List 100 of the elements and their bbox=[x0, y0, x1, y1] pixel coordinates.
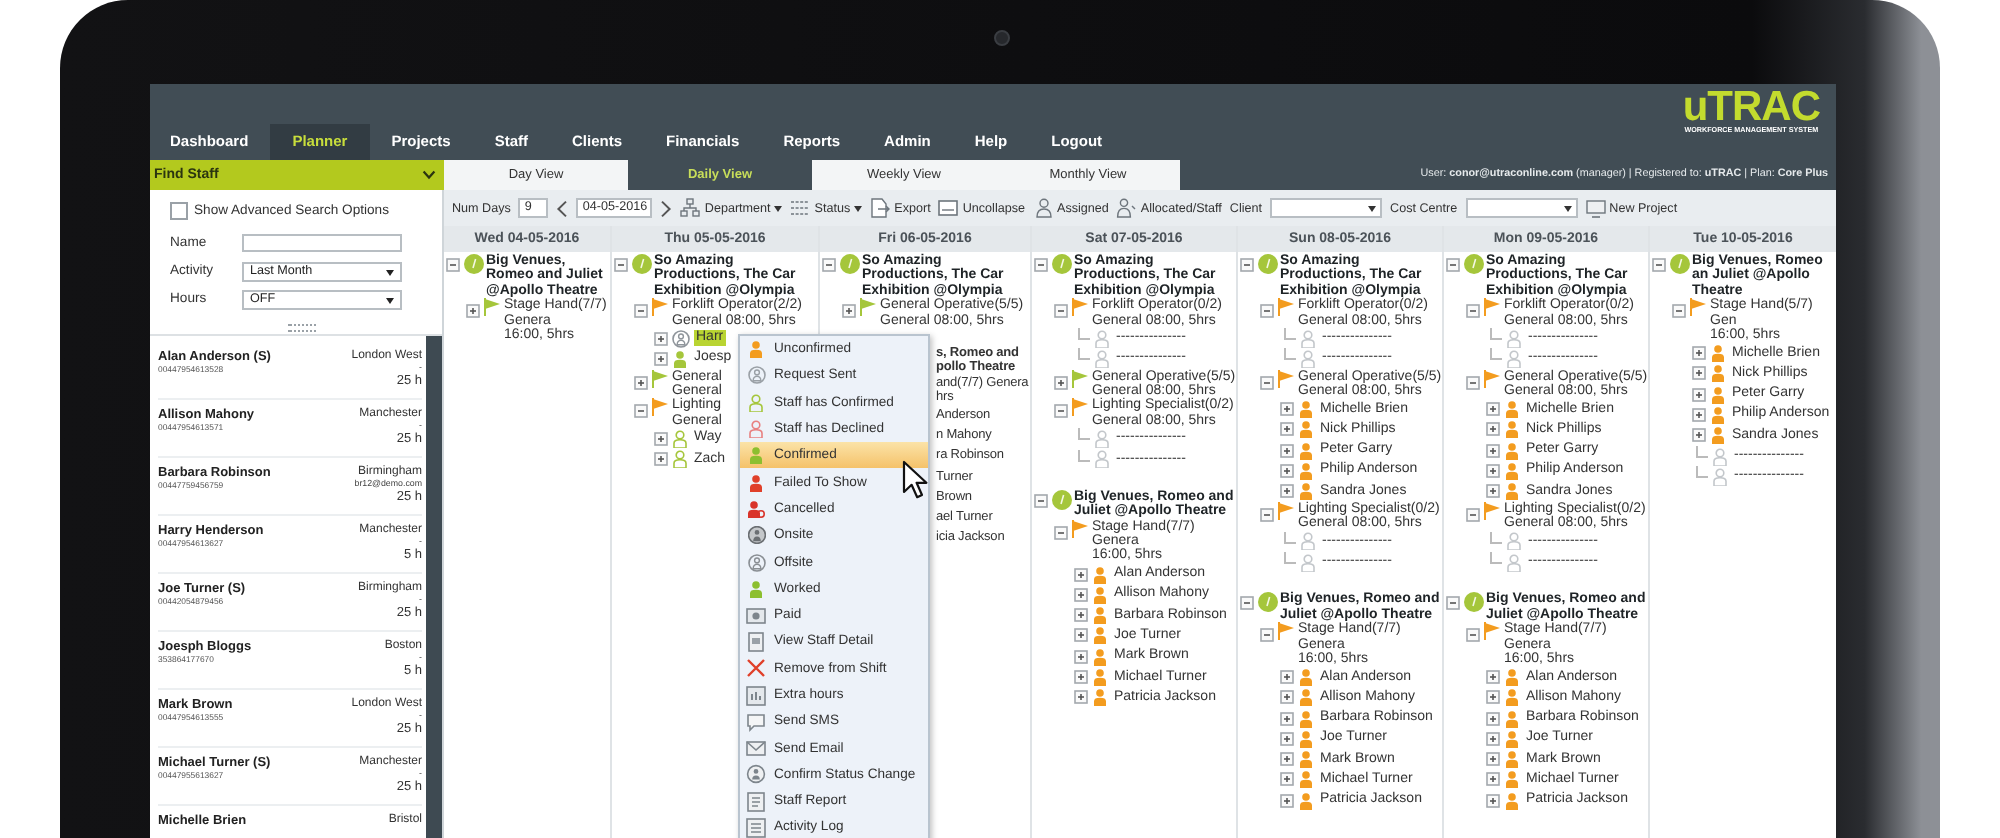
collapse-icon[interactable] bbox=[1466, 507, 1480, 522]
camera-dot bbox=[994, 30, 1010, 46]
expand-icon[interactable] bbox=[1074, 608, 1088, 623]
collapse-icon[interactable] bbox=[1672, 304, 1686, 319]
speech-bubble-icon bbox=[746, 711, 766, 732]
square-icon bbox=[938, 198, 959, 218]
collapse-icon[interactable] bbox=[822, 258, 836, 272]
expand-icon[interactable] bbox=[654, 331, 668, 346]
expand-icon[interactable] bbox=[1486, 670, 1500, 684]
expand-icon[interactable] bbox=[466, 304, 480, 319]
collapse-icon[interactable] bbox=[1054, 304, 1068, 319]
expand-icon[interactable] bbox=[654, 452, 668, 467]
expand-icon[interactable] bbox=[1486, 422, 1500, 437]
collapse-icon[interactable] bbox=[1446, 258, 1460, 272]
collapse-icon[interactable] bbox=[1054, 525, 1068, 540]
collapse-icon[interactable] bbox=[614, 258, 628, 272]
expand-icon[interactable] bbox=[1486, 731, 1500, 746]
expand-icon[interactable] bbox=[1280, 443, 1294, 458]
expand-icon[interactable] bbox=[1280, 752, 1294, 767]
chevron-down-icon[interactable] bbox=[422, 170, 436, 180]
expand-icon[interactable] bbox=[1280, 711, 1294, 726]
checkbox[interactable] bbox=[170, 202, 188, 220]
caret-icon bbox=[386, 269, 394, 275]
caret-icon bbox=[386, 297, 394, 303]
caret-icon bbox=[1368, 206, 1377, 212]
expand-icon[interactable] bbox=[1486, 690, 1500, 705]
expand-icon[interactable] bbox=[1692, 366, 1706, 381]
scrollbar[interactable] bbox=[426, 336, 442, 838]
collapse-icon[interactable] bbox=[1034, 493, 1048, 508]
collapse-icon[interactable] bbox=[446, 258, 460, 272]
expand-icon[interactable] bbox=[1486, 463, 1500, 478]
expand-icon[interactable] bbox=[1692, 428, 1706, 443]
expand-icon[interactable] bbox=[1054, 375, 1068, 390]
collapse-icon[interactable] bbox=[1054, 404, 1068, 419]
expand-icon[interactable] bbox=[654, 351, 668, 366]
status-circle-icon bbox=[1464, 592, 1484, 613]
document-icon bbox=[746, 631, 766, 652]
expand-icon[interactable] bbox=[1692, 346, 1706, 361]
collapse-icon[interactable] bbox=[1446, 596, 1460, 611]
status-circle-icon bbox=[840, 254, 860, 274]
resize-handle[interactable] bbox=[287, 324, 315, 332]
collapse-icon[interactable] bbox=[1260, 304, 1274, 319]
status-circle-icon bbox=[1052, 489, 1072, 510]
collapse-icon[interactable] bbox=[634, 304, 648, 319]
person-icon bbox=[1033, 198, 1054, 218]
money-icon bbox=[746, 605, 766, 626]
expand-icon[interactable] bbox=[1280, 690, 1294, 705]
monitor-icon bbox=[1585, 199, 1606, 217]
expand-icon[interactable] bbox=[1692, 387, 1706, 402]
next-icon[interactable] bbox=[660, 199, 673, 217]
expand-icon[interactable] bbox=[1074, 649, 1088, 664]
expand-icon[interactable] bbox=[1074, 670, 1088, 684]
collapse-icon[interactable] bbox=[1652, 258, 1666, 272]
caret-icon bbox=[1563, 206, 1572, 212]
expand-icon[interactable] bbox=[1280, 793, 1294, 808]
previous-icon[interactable] bbox=[556, 199, 569, 217]
cursor-icon bbox=[902, 460, 928, 500]
expand-icon[interactable] bbox=[1486, 402, 1500, 417]
expand-icon[interactable] bbox=[1280, 402, 1294, 417]
status-circle-icon bbox=[632, 254, 652, 274]
expand-icon[interactable] bbox=[1280, 772, 1294, 787]
person-circle-icon bbox=[746, 764, 766, 785]
expand-icon[interactable] bbox=[634, 375, 648, 390]
expand-icon[interactable] bbox=[842, 304, 856, 319]
expand-icon[interactable] bbox=[654, 431, 668, 446]
clock-document-icon bbox=[746, 685, 766, 705]
expand-icon[interactable] bbox=[1692, 407, 1706, 422]
expand-icon[interactable] bbox=[1074, 690, 1088, 705]
collapse-icon[interactable] bbox=[1260, 628, 1274, 643]
collapse-icon[interactable] bbox=[1466, 375, 1480, 390]
status-circle-icon bbox=[464, 254, 484, 274]
collapse-icon[interactable] bbox=[634, 404, 648, 419]
expand-icon[interactable] bbox=[1074, 628, 1088, 643]
expand-icon[interactable] bbox=[1486, 752, 1500, 767]
caret-icon bbox=[854, 205, 863, 211]
expand-icon[interactable] bbox=[1486, 711, 1500, 726]
caret-icon bbox=[774, 205, 783, 211]
export-icon bbox=[870, 198, 891, 218]
expand-icon[interactable] bbox=[1074, 587, 1088, 602]
expand-icon[interactable] bbox=[1486, 484, 1500, 499]
expand-icon[interactable] bbox=[1280, 422, 1294, 437]
input-field[interactable] bbox=[242, 234, 402, 252]
collapse-icon[interactable] bbox=[1466, 628, 1480, 643]
expand-icon[interactable] bbox=[1280, 670, 1294, 684]
expand-icon[interactable] bbox=[1280, 463, 1294, 478]
expand-icon[interactable] bbox=[1486, 443, 1500, 458]
collapse-icon[interactable] bbox=[1240, 258, 1254, 272]
expand-icon[interactable] bbox=[1486, 772, 1500, 787]
expand-icon[interactable] bbox=[1280, 731, 1294, 746]
expand-icon[interactable] bbox=[1486, 793, 1500, 808]
status-circle-icon bbox=[1052, 254, 1072, 274]
status-circle-icon bbox=[1464, 254, 1484, 274]
collapse-icon[interactable] bbox=[1260, 507, 1274, 522]
status-circle-icon bbox=[1670, 254, 1690, 274]
collapse-icon[interactable] bbox=[1240, 596, 1254, 611]
expand-icon[interactable] bbox=[1074, 567, 1088, 582]
collapse-icon[interactable] bbox=[1466, 304, 1480, 319]
expand-icon[interactable] bbox=[1280, 484, 1294, 499]
collapse-icon[interactable] bbox=[1260, 375, 1274, 390]
collapse-icon[interactable] bbox=[1034, 258, 1048, 272]
